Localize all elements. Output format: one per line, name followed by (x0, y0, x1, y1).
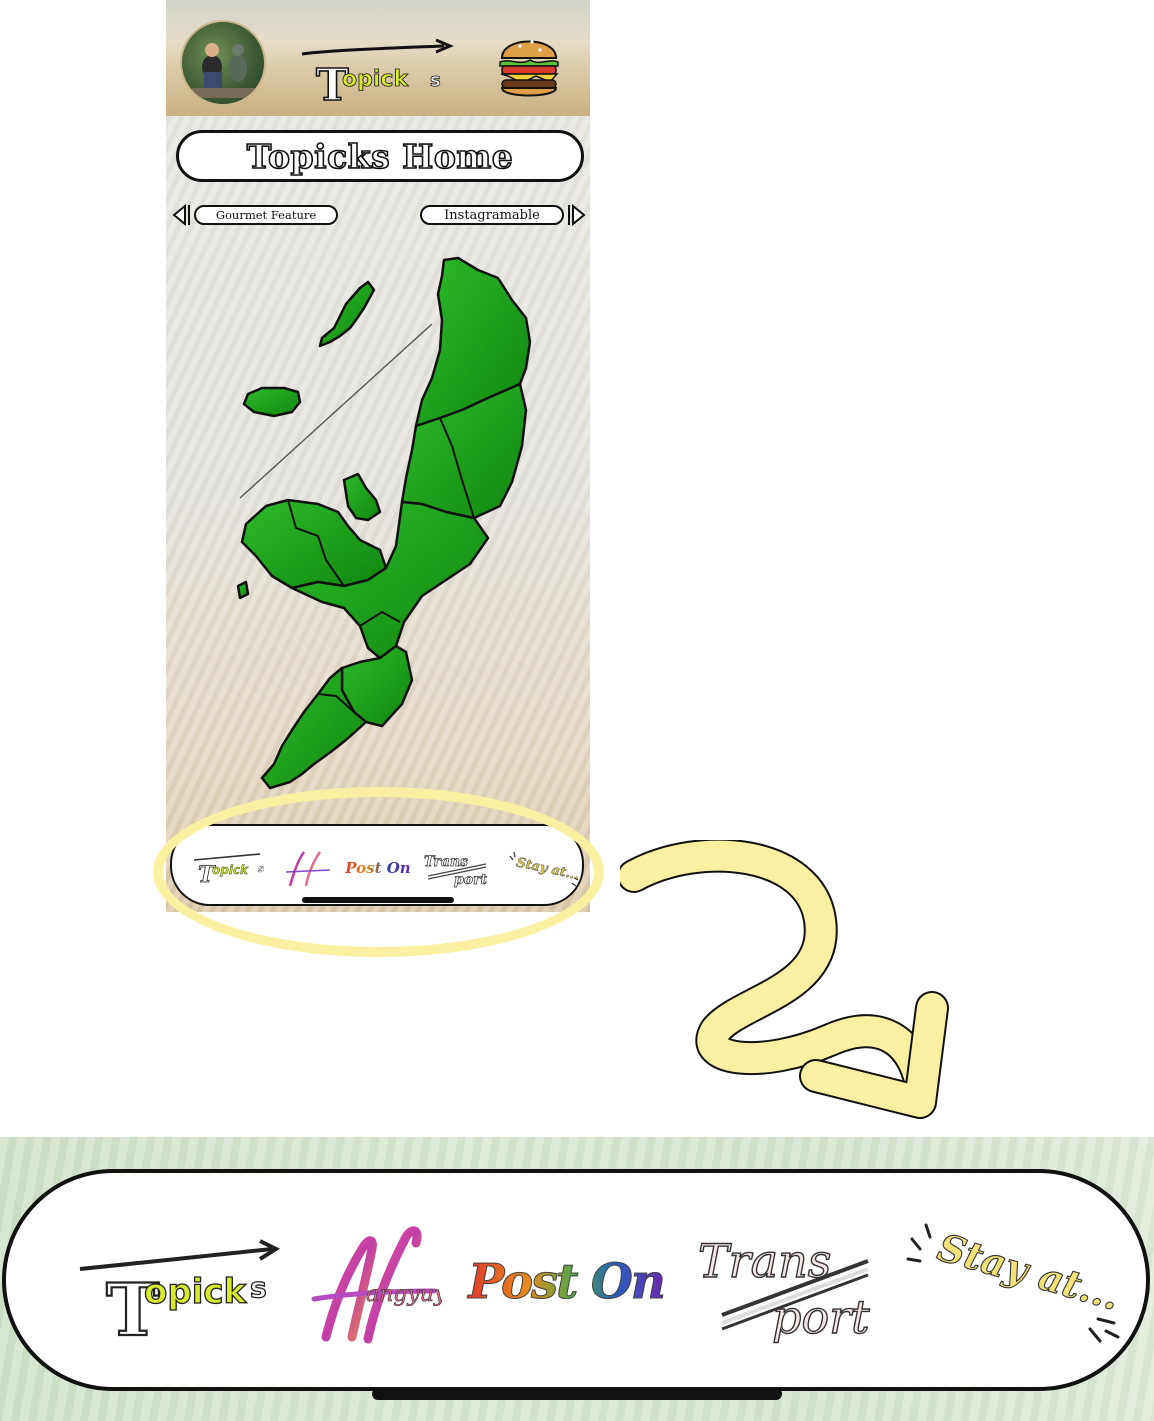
stay-at-logo-icon: Stay at... (906, 1223, 1125, 1343)
zoomed-tab-bar-panel: T opick s angyuy Post On Trans port Stay… (0, 1137, 1154, 1421)
burger-menu-icon[interactable] (496, 30, 562, 100)
svg-text:Stay at...: Stay at... (933, 1224, 1125, 1319)
svg-text:s: s (430, 70, 441, 91)
avatar[interactable] (180, 20, 266, 106)
okinawa-map[interactable] (226, 250, 556, 810)
zoomed-tab-post-on[interactable]: Post On (466, 1219, 666, 1345)
map-island-sesoko[interactable] (342, 472, 382, 522)
zoomed-tab-transport[interactable]: Trans port (692, 1219, 892, 1345)
phone-screen: T opick s Topicks Home Gourmet Feature I… (166, 0, 590, 912)
next-category-button[interactable]: Instagramable (420, 205, 564, 225)
app-header: T opick s (166, 0, 590, 116)
zoomed-tab-stay-at[interactable]: Stay at... (902, 1219, 1126, 1345)
zoomed-home-indicator[interactable] (372, 1388, 782, 1400)
hangout-logo-icon: angyuy (311, 1226, 442, 1344)
highlight-ellipse (153, 787, 604, 957)
prev-category-button[interactable]: Gourmet Feature (194, 205, 338, 225)
zoomed-tab-hangout[interactable]: angyuy (302, 1219, 442, 1345)
topicks-logo-icon: T opick s (79, 1239, 281, 1345)
zoomed-tab-bar: T opick s angyuy Post On Trans port Stay… (2, 1169, 1150, 1391)
transport-logo-icon: Trans port (697, 1233, 871, 1344)
curly-arrow-annotation (620, 840, 949, 1119)
svg-text:angyuy: angyuy (366, 1282, 442, 1307)
prev-arrow-icon[interactable] (171, 203, 191, 227)
map-island-small[interactable] (236, 580, 250, 600)
topicks-header-logo: T opick s (301, 38, 454, 110)
page-title-pill: Topicks Home (176, 130, 584, 182)
svg-text:opick: opick (342, 67, 409, 92)
next-arrow-icon[interactable] (567, 203, 587, 227)
page-title: Topicks Home (246, 136, 514, 177)
map-island-iheya[interactable] (318, 280, 376, 348)
map-island-ie[interactable] (242, 386, 302, 418)
svg-text:opick: opick (144, 1272, 248, 1312)
zoomed-tab-topicks[interactable]: T opick s (72, 1219, 286, 1345)
svg-text:s: s (250, 1271, 267, 1304)
